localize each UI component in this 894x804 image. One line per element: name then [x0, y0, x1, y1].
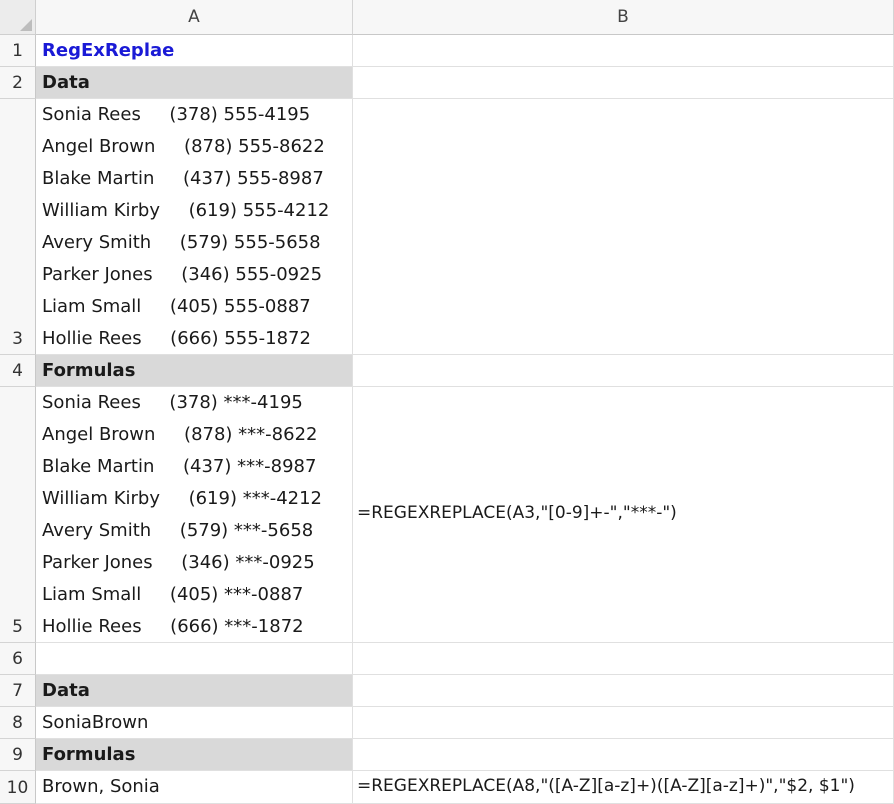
column-header-a[interactable]: A	[36, 0, 353, 35]
cell-b10-formula: =REGEXREPLACE(A8,"([A-Z][a-z]+)([A-Z][a-…	[357, 776, 855, 796]
cell-a5[interactable]: Sonia Rees (378) ***-4195 Angel Brown (8…	[36, 387, 353, 643]
cell-a8[interactable]: SoniaBrown	[36, 707, 353, 739]
row-header-7[interactable]: 7	[0, 675, 36, 707]
cell-a1[interactable]: RegExReplae	[36, 35, 353, 67]
spreadsheet: A B 1 2 3 4 5 6 7 8 9 10 RegExReplae Dat…	[0, 0, 894, 804]
cell-a3-line: Sonia Rees (378) 555-4195	[42, 104, 311, 125]
row-header-8[interactable]: 8	[0, 707, 36, 739]
cell-a3-line: Liam Small (405) 555-0887	[42, 296, 311, 317]
cell-b8[interactable]	[353, 707, 894, 739]
cell-a3-line: Avery Smith (579) 555-5658	[42, 232, 321, 253]
cell-a10[interactable]: Brown, Sonia	[36, 771, 353, 804]
row-header-4[interactable]: 4	[0, 355, 36, 387]
cell-a3-line: William Kirby (619) 555-4212	[42, 200, 330, 221]
cell-a5-line: Blake Martin (437) ***-8987	[42, 456, 317, 477]
cell-a2[interactable]: Data	[36, 67, 353, 99]
cell-b5-formula: =REGEXREPLACE(A3,"[0-9]+-","***-")	[357, 503, 677, 523]
cell-a5-line: William Kirby (619) ***-4212	[42, 488, 323, 509]
cell-a3-line: Parker Jones (346) 555-0925	[42, 264, 323, 285]
select-all-corner[interactable]	[0, 0, 36, 35]
row-header-10[interactable]: 10	[0, 771, 36, 804]
row-header-9[interactable]: 9	[0, 739, 36, 771]
cell-a5-line: Liam Small (405) ***-0887	[42, 584, 304, 605]
cell-b7[interactable]	[353, 675, 894, 707]
cell-a9[interactable]: Formulas	[36, 739, 353, 771]
select-all-triangle-icon	[20, 19, 32, 31]
cell-a5-line: Sonia Rees (378) ***-4195	[42, 392, 303, 413]
cell-a3-line: Blake Martin (437) 555-8987	[42, 168, 324, 189]
cell-a3[interactable]: Sonia Rees (378) 555-4195 Angel Brown (8…	[36, 99, 353, 355]
cell-a5-line: Parker Jones (346) ***-0925	[42, 552, 315, 573]
cell-a5-line: Hollie Rees (666) ***-1872	[42, 616, 304, 637]
cell-a5-line: Angel Brown (878) ***-8622	[42, 424, 318, 445]
cell-b4[interactable]	[353, 355, 894, 387]
cell-b3[interactable]	[353, 99, 894, 355]
row-header-1[interactable]: 1	[0, 35, 36, 67]
cell-b1[interactable]	[353, 35, 894, 67]
cell-b10[interactable]: =REGEXREPLACE(A8,"([A-Z][a-z]+)([A-Z][a-…	[353, 771, 894, 804]
row-header-3[interactable]: 3	[0, 99, 36, 355]
cell-b6[interactable]	[353, 643, 894, 675]
cell-a5-line: Avery Smith (579) ***-5658	[42, 520, 314, 541]
column-header-b[interactable]: B	[353, 0, 894, 35]
cell-a3-line: Angel Brown (878) 555-8622	[42, 136, 325, 157]
cell-b9[interactable]	[353, 739, 894, 771]
row-header-5[interactable]: 5	[0, 387, 36, 643]
cell-a3-line: Hollie Rees (666) 555-1872	[42, 328, 311, 349]
cell-b2[interactable]	[353, 67, 894, 99]
cell-a6[interactable]	[36, 643, 353, 675]
row-header-6[interactable]: 6	[0, 643, 36, 675]
cell-b5[interactable]: =REGEXREPLACE(A3,"[0-9]+-","***-")	[353, 387, 894, 643]
row-header-2[interactable]: 2	[0, 67, 36, 99]
cell-a4[interactable]: Formulas	[36, 355, 353, 387]
cell-a7[interactable]: Data	[36, 675, 353, 707]
